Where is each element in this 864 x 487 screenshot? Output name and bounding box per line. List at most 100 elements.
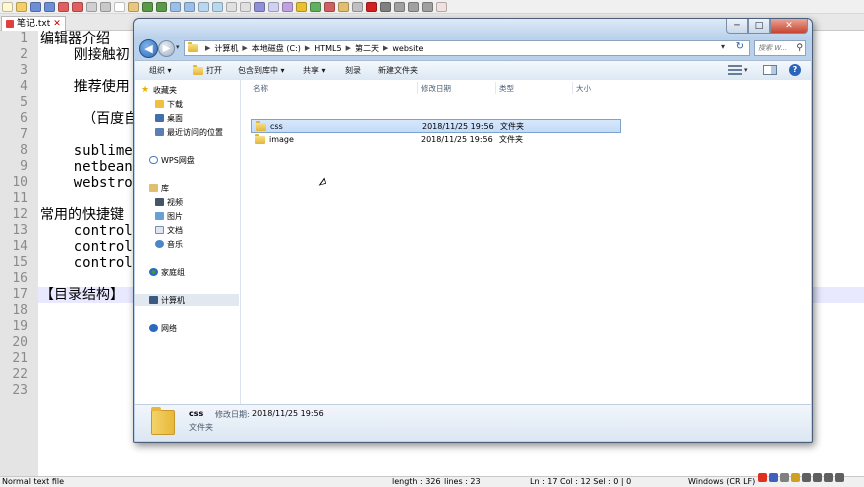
- breadcrumb-computer[interactable]: 计算机: [214, 43, 238, 54]
- column-divider[interactable]: [572, 82, 573, 94]
- line-number: 7: [20, 127, 28, 142]
- column-header-modified[interactable]: 修改日期: [421, 83, 451, 94]
- breadcrumb-day2[interactable]: 第二天: [355, 43, 379, 54]
- doc-map-icon[interactable]: [310, 1, 321, 12]
- breadcrumb-website[interactable]: website: [392, 44, 423, 53]
- nav-music[interactable]: 音乐: [155, 238, 183, 250]
- nav-wps-drive[interactable]: WPS网盘: [149, 154, 195, 166]
- chevron-right-icon[interactable]: ▶: [305, 44, 310, 52]
- close-button[interactable]: ✕: [770, 19, 808, 34]
- help-icon[interactable]: ?: [789, 64, 801, 76]
- close-file-icon[interactable]: [58, 1, 69, 12]
- nav-recent[interactable]: 最近访问的位置: [155, 126, 223, 138]
- open-button[interactable]: 打开: [193, 61, 222, 80]
- punctuation-icon[interactable]: [780, 473, 789, 482]
- file-row-image[interactable]: image 2018/11/25 19:56 文件夹: [251, 133, 621, 147]
- nav-network[interactable]: 网络: [149, 322, 177, 334]
- maximize-button[interactable]: □: [748, 19, 770, 34]
- sync-h-icon[interactable]: [240, 1, 251, 12]
- tab-notes[interactable]: 笔记.txt ✕: [1, 16, 66, 31]
- play-macro-icon[interactable]: [394, 1, 405, 12]
- column-divider[interactable]: [495, 82, 496, 94]
- voice-icon[interactable]: [802, 473, 811, 482]
- new-file-icon[interactable]: [2, 1, 13, 12]
- view-dropdown-icon[interactable]: ▾: [744, 66, 748, 74]
- line-number: 1: [20, 31, 28, 46]
- search-input[interactable]: 搜索 W... ⚲: [754, 40, 806, 56]
- undo-icon[interactable]: [142, 1, 153, 12]
- address-bar[interactable]: ▶ 计算机 ▶ 本地磁盘 (C:) ▶ HTML5 ▶ 第二天 ▶ websit…: [184, 40, 750, 56]
- save-macro-icon[interactable]: [422, 1, 433, 12]
- record-macro-icon[interactable]: [366, 1, 377, 12]
- chinese-mode-icon[interactable]: [769, 473, 778, 482]
- wrap-icon[interactable]: [254, 1, 265, 12]
- recent-pages-dropdown[interactable]: ▾: [176, 43, 180, 51]
- nav-homegroup[interactable]: 家庭组: [149, 266, 185, 278]
- replace-icon[interactable]: [184, 1, 195, 12]
- func-list-icon[interactable]: [324, 1, 335, 12]
- column-header-name[interactable]: 名称: [253, 83, 268, 94]
- search-icon[interactable]: ⚲: [796, 41, 803, 55]
- lang-icon[interactable]: [296, 1, 307, 12]
- forward-button[interactable]: ▶: [158, 40, 175, 57]
- spell-check-icon[interactable]: [436, 1, 447, 12]
- open-file-icon[interactable]: [16, 1, 27, 12]
- column-divider[interactable]: [417, 82, 418, 94]
- window-title-bar[interactable]: ─ □ ✕: [134, 19, 812, 37]
- sync-v-icon[interactable]: [226, 1, 237, 12]
- copy-icon[interactable]: [114, 1, 125, 12]
- minimize-button[interactable]: ─: [726, 19, 748, 34]
- nav-desktop[interactable]: 桌面: [155, 112, 183, 124]
- redo-icon[interactable]: [156, 1, 167, 12]
- stop-macro-icon[interactable]: [380, 1, 391, 12]
- column-header-type[interactable]: 类型: [499, 83, 514, 94]
- tab-close-icon[interactable]: ✕: [53, 17, 61, 31]
- include-in-library-button[interactable]: 包含到库中 ▾: [238, 61, 285, 80]
- folder-workspace-icon[interactable]: [338, 1, 349, 12]
- nav-favorites[interactable]: ★ 收藏夹: [141, 84, 177, 96]
- settings-icon[interactable]: [835, 473, 844, 482]
- change-view-icon[interactable]: [728, 65, 742, 75]
- refresh-icon[interactable]: ↻: [736, 41, 744, 52]
- print-icon[interactable]: [86, 1, 97, 12]
- nav-documents[interactable]: 文档: [155, 224, 183, 236]
- zoom-out-icon[interactable]: [212, 1, 223, 12]
- all-chars-icon[interactable]: [268, 1, 279, 12]
- breadcrumb-c-drive[interactable]: 本地磁盘 (C:): [252, 43, 301, 54]
- nav-downloads[interactable]: 下载: [155, 98, 183, 110]
- explorer-window: ─ □ ✕ ◀ ▶ ▾ ▶ 计算机 ▶ 本地磁盘 (C:) ▶ HTML5 ▶ …: [133, 18, 813, 443]
- paste-icon[interactable]: [128, 1, 139, 12]
- organize-button[interactable]: 组织 ▾: [149, 61, 172, 80]
- save-icon[interactable]: [30, 1, 41, 12]
- nav-videos[interactable]: 视频: [155, 196, 183, 208]
- find-icon[interactable]: [170, 1, 181, 12]
- share-button[interactable]: 共享 ▾: [303, 61, 326, 80]
- close-all-icon[interactable]: [72, 1, 83, 12]
- chevron-right-icon[interactable]: ▶: [205, 44, 210, 52]
- cut-icon[interactable]: [100, 1, 111, 12]
- emoji-icon[interactable]: [791, 473, 800, 482]
- burn-button[interactable]: 刻录: [345, 61, 361, 80]
- preview-pane-icon[interactable]: [763, 65, 777, 75]
- play-multi-icon[interactable]: [408, 1, 419, 12]
- address-dropdown-icon[interactable]: ▾: [721, 42, 725, 51]
- skin-icon[interactable]: [824, 473, 833, 482]
- save-all-icon[interactable]: [44, 1, 55, 12]
- breadcrumb-html5[interactable]: HTML5: [314, 44, 341, 53]
- monitor-icon[interactable]: [352, 1, 363, 12]
- nav-pictures[interactable]: 图片: [155, 210, 183, 222]
- chevron-right-icon[interactable]: ▶: [346, 44, 351, 52]
- chevron-right-icon[interactable]: ▶: [242, 44, 247, 52]
- nav-libraries[interactable]: 库: [149, 182, 169, 194]
- indent-guide-icon[interactable]: [282, 1, 293, 12]
- back-button[interactable]: ◀: [139, 39, 158, 58]
- column-header-size[interactable]: 大小: [576, 83, 591, 94]
- chevron-right-icon[interactable]: ▶: [383, 44, 388, 52]
- file-list[interactable]: 名称 修改日期 类型 大小 css 2018/11/25 19:56 文件夹 i…: [241, 80, 811, 404]
- sogou-ime-icon[interactable]: [758, 473, 767, 482]
- nav-computer[interactable]: 计算机: [135, 294, 239, 306]
- keyboard-icon[interactable]: [813, 473, 822, 482]
- new-folder-button[interactable]: 新建文件夹: [378, 61, 418, 80]
- zoom-in-icon[interactable]: [198, 1, 209, 12]
- file-row-css[interactable]: css 2018/11/25 19:56 文件夹: [251, 119, 621, 133]
